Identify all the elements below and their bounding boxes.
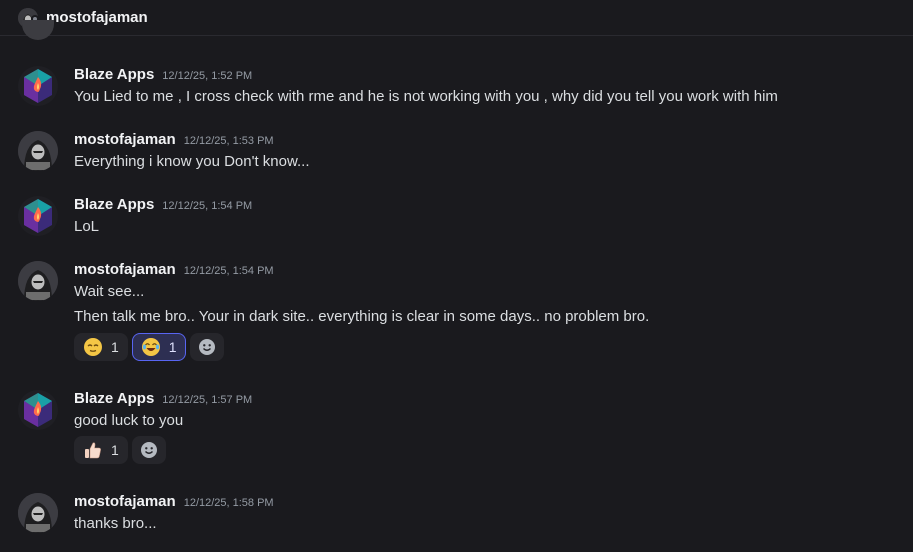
add-reaction-button[interactable] [189, 333, 224, 361]
reaction-thumbs-up[interactable]: 1 [74, 436, 128, 464]
author-name[interactable]: Blaze Apps [74, 66, 154, 83]
add-emoji-icon [139, 440, 159, 460]
reaction-relieved[interactable]: 1 [74, 333, 128, 361]
reaction-joy[interactable]: 1 [131, 333, 186, 361]
avatar-blaze-apps[interactable] [18, 196, 58, 236]
timestamp: 12/12/25, 1:52 PM [162, 70, 253, 82]
blaze-logo-icon [24, 199, 52, 233]
author-name[interactable]: Blaze Apps [74, 390, 154, 407]
reaction-count: 1 [111, 442, 119, 458]
timestamp: 12/12/25, 1:54 PM [162, 200, 253, 212]
message-text: good luck to you [74, 412, 184, 429]
thumbs-up-icon [83, 440, 103, 460]
avatar-blaze-apps[interactable] [18, 390, 58, 430]
author-name[interactable]: mostofajaman [74, 261, 176, 278]
timestamp: 12/12/25, 1:58 PM [183, 497, 274, 509]
author-name[interactable]: Blaze Apps [74, 196, 154, 213]
reaction-count: 1 [111, 339, 119, 355]
timestamp: 12/12/25, 1:54 PM [183, 265, 274, 277]
relieved-face-icon [83, 337, 103, 357]
channel-title: mostofajaman [46, 9, 148, 26]
add-emoji-icon [197, 337, 217, 357]
joy-face-icon [141, 337, 161, 357]
reaction-bar: 1 1 [74, 333, 224, 361]
blaze-logo-icon [24, 393, 52, 427]
avatar-blaze-apps[interactable] [18, 66, 58, 106]
channel-header: mostofajaman [0, 0, 913, 36]
hacker-avatar-icon [18, 131, 58, 171]
reaction-count: 1 [168, 339, 177, 355]
author-name[interactable]: mostofajaman [74, 493, 176, 510]
add-reaction-button[interactable] [131, 436, 166, 464]
message-text: Wait see... [74, 283, 145, 300]
hacker-avatar-icon [18, 493, 58, 533]
author-name[interactable]: mostofajaman [74, 131, 176, 148]
message-text: thanks bro... [74, 515, 157, 532]
blaze-logo-icon [24, 69, 52, 103]
reaction-bar: 1 [74, 436, 166, 464]
hacker-avatar-icon [18, 261, 58, 301]
avatar-mostofajaman[interactable] [18, 131, 58, 171]
message-text: You Lied to me , I cross check with rme … [74, 88, 778, 105]
timestamp: 12/12/25, 1:57 PM [162, 394, 253, 406]
message-text: Everything i know you Don't know... [74, 153, 310, 170]
avatar-partial [22, 20, 54, 40]
message-text: LoL [74, 218, 100, 235]
timestamp: 12/12/25, 1:53 PM [183, 135, 274, 147]
avatar-mostofajaman[interactable] [18, 493, 58, 533]
avatar-mostofajaman[interactable] [18, 261, 58, 301]
message-text: Then talk me bro.. Your in dark site.. e… [74, 308, 650, 325]
